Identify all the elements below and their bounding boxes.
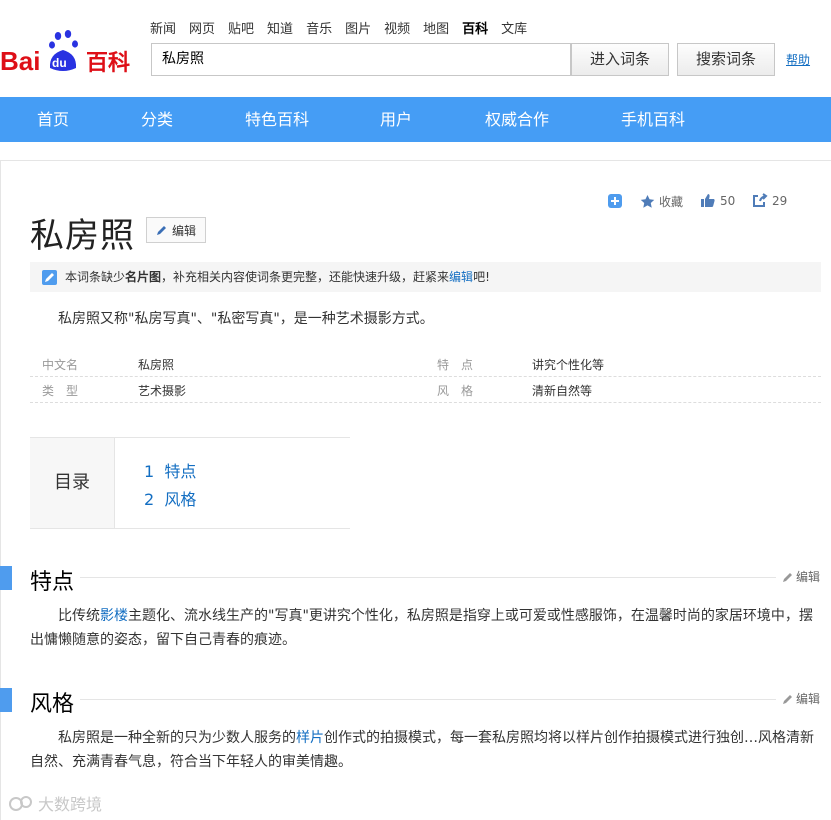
collect-label: 收藏 (659, 195, 684, 209)
star-icon (640, 194, 655, 208)
top-nav-video[interactable]: 视频 (384, 18, 410, 37)
table-of-contents: 目录 1 特点 2 风格 (30, 437, 350, 529)
edit-entry-label: 编辑 (171, 223, 196, 238)
pencil-icon (783, 694, 792, 704)
section-divider (80, 699, 776, 700)
share-count: 29 (772, 193, 788, 208)
toc-label: 目录 (30, 438, 115, 528)
main-nav-mobile[interactable]: 手机百科 (621, 97, 685, 142)
share-button[interactable]: 29 (752, 193, 787, 208)
paragraph-link[interactable]: 样片 (296, 730, 324, 746)
notice-bold: 名片图 (125, 270, 162, 284)
info-value: 艺术摄影 (138, 384, 187, 398)
like-button[interactable]: 50 (700, 193, 735, 208)
top-nav-web[interactable]: 网页 (189, 18, 215, 37)
toc-item-number: 1 (144, 462, 155, 481)
svg-text:百科: 百科 (86, 51, 130, 76)
help-link[interactable]: 帮助 (786, 51, 810, 68)
top-nav-news[interactable]: 新闻 (150, 18, 176, 37)
top-nav-map[interactable]: 地图 (423, 18, 449, 37)
section-edit-button[interactable]: 编辑 (782, 690, 820, 707)
main-nav-home[interactable]: 首页 (37, 97, 69, 142)
top-nav-images[interactable]: 图片 (345, 18, 371, 37)
section-divider (80, 577, 776, 578)
page-title: 私房照 (30, 216, 135, 256)
info-value: 讲究个性化等 (532, 358, 605, 372)
baidu-baike-logo[interactable]: Bai du 百科 (0, 28, 140, 76)
watermark-logo-icon (9, 796, 32, 811)
paragraph-text: 私房照是一种全新的只为少数人服务的 (58, 730, 296, 746)
top-nav-wenku[interactable]: 文库 (501, 18, 527, 37)
main-nav-category[interactable]: 分类 (141, 97, 173, 142)
pencil-icon (156, 226, 166, 235)
main-nav-authority[interactable]: 权威合作 (485, 97, 549, 142)
entry-summary: 私房照又称"私房写真"、"私密写真"，是一种艺术摄影方式。 (58, 311, 434, 327)
section-edit-label: 编辑 (796, 570, 821, 584)
top-nav-tieba[interactable]: 贴吧 (228, 18, 254, 37)
search-input[interactable]: 私房照 (151, 43, 571, 76)
main-nav: 首页 分类 特色百科 用户 权威合作 手机百科 (0, 97, 831, 142)
svg-text:Bai: Bai (0, 46, 40, 76)
info-value: 清新自然等 (532, 384, 593, 398)
info-value: 私房照 (138, 358, 175, 372)
edit-note-icon (42, 270, 57, 285)
basic-info-row: 类 型 艺术摄影 风 格 清新自然等 (30, 377, 821, 403)
svg-text:du: du (52, 56, 67, 70)
notice-middle: ，补充相关内容使词条更完整，还能快速升级，赶紧来 (161, 270, 450, 284)
top-nav-music[interactable]: 音乐 (306, 18, 332, 37)
like-count: 50 (720, 193, 736, 208)
toc-item[interactable]: 2 风格 (144, 486, 196, 510)
notice-edit-link[interactable]: 编辑 (449, 270, 473, 284)
add-icon (608, 194, 622, 208)
paragraph-link[interactable]: 影楼 (100, 608, 128, 624)
edit-entry-button[interactable]: 编辑 (146, 217, 206, 243)
collect-button[interactable]: 收藏 (640, 193, 683, 210)
toc-item-number: 2 (144, 490, 155, 509)
paragraph-text: 主题化、流水线生产的"写真"更讲究个性化，私房照是指穿上或可爱或性感服饰，在温馨… (30, 608, 813, 648)
notice-prefix: 本词条缺少 (65, 270, 126, 284)
main-nav-featured[interactable]: 特色百科 (245, 97, 309, 142)
pencil-icon (783, 572, 792, 582)
section-title: 特点 (30, 570, 75, 595)
section-edit-label: 编辑 (796, 692, 821, 706)
info-key: 风 格 (437, 384, 474, 398)
section-marker (0, 566, 12, 590)
toc-item[interactable]: 1 特点 (144, 458, 196, 482)
top-nav: 新闻 网页 贴吧 知道 音乐 图片 视频 地图 百科 文库 (150, 18, 540, 37)
thumbs-up-icon (701, 194, 715, 207)
share-icon (753, 193, 768, 207)
section-paragraph: 比传统影楼主题化、流水线生产的"写真"更讲究个性化，私房照是指穿上或可爱或性感服… (30, 604, 820, 652)
toc-item-text: 特点 (164, 462, 197, 481)
top-nav-baike[interactable]: 百科 (462, 18, 488, 37)
watermark-text: 大数跨境 (38, 795, 103, 814)
basic-info-row: 中文名 私房照 特 点 讲究个性化等 (30, 351, 821, 377)
info-key: 特 点 (437, 358, 474, 372)
section-paragraph: 私房照是一种全新的只为少数人服务的样片创作式的拍摄模式，每一套私房照均将以样片创… (30, 726, 820, 774)
info-key: 中文名 (42, 358, 79, 372)
section-marker (0, 688, 12, 712)
section-title: 风格 (30, 692, 75, 717)
enter-entry-button[interactable]: 进入词条 (571, 43, 669, 76)
missing-image-notice: 本词条缺少名片图，补充相关内容使词条更完整，还能快速升级，赶紧来编辑吧! (30, 262, 821, 292)
section-edit-button[interactable]: 编辑 (782, 568, 820, 585)
notice-suffix: 吧! (473, 270, 490, 284)
paragraph-text: 比传统 (58, 608, 100, 624)
search-entry-button[interactable]: 搜索词条 (677, 43, 775, 76)
watermark: 大数跨境 (8, 791, 102, 815)
main-nav-users[interactable]: 用户 (380, 97, 412, 142)
top-nav-zhidao[interactable]: 知道 (267, 18, 293, 37)
info-key: 类 型 (42, 384, 79, 398)
add-tool[interactable] (607, 193, 623, 209)
toc-item-text: 风格 (164, 490, 197, 509)
